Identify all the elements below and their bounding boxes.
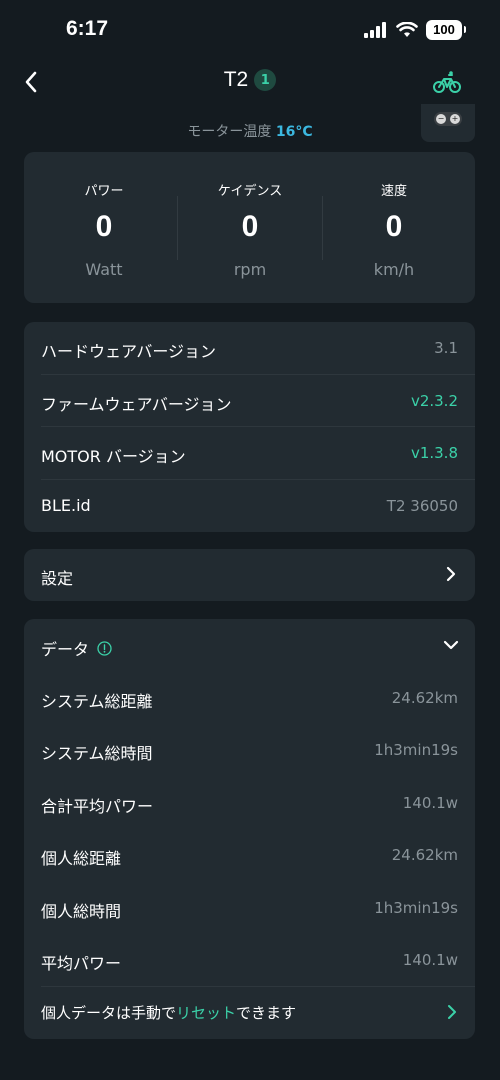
motor-temperature: モーター温度 16°C: [0, 121, 500, 141]
page-title: T2: [223, 68, 249, 91]
metrics-card: パワー 0 Watt ケイデンス 0 rpm 速度 0 km/h: [24, 152, 475, 303]
title-badge: 1: [254, 69, 277, 91]
reset-suffix: できます: [236, 1004, 297, 1022]
battery-icon: 100: [426, 20, 466, 40]
status-icons: 100: [364, 20, 466, 40]
wifi-icon: [396, 22, 418, 37]
hardware-version-label: ハードウェアバージョン: [41, 342, 217, 361]
metric-value: 0: [95, 210, 113, 243]
data-card: データ システム総距離 24.62km システム総時間 1h3min19s 合計…: [24, 619, 475, 1039]
reset-prefix: 個人データは手動で: [41, 1004, 177, 1022]
avg-power-value: 140.1w: [402, 951, 458, 969]
settings-label: 設定: [41, 569, 74, 588]
settings-button[interactable]: 設定: [24, 549, 475, 601]
list-item: MOTOR バージョン v1.3.8: [24, 427, 475, 480]
chevron-right-icon: [446, 566, 456, 582]
firmware-version-value: v2.3.2: [410, 391, 458, 410]
hardware-version-value: 3.1: [434, 339, 458, 357]
total-avg-power-value: 140.1w: [402, 793, 458, 812]
motor-temp-value: 16°C: [275, 124, 313, 140]
motor-version-label: MOTOR バージョン: [41, 447, 186, 466]
metric-unit: Watt: [85, 260, 123, 279]
signal-icon: [364, 22, 386, 38]
device-info-card: ハードウェアバージョン 3.1 ファームウェアバージョン v2.3.2 MOTO…: [24, 322, 475, 532]
metric-label: ケイデンス: [217, 184, 283, 199]
metric-unit: km/h: [373, 260, 415, 279]
info-icon[interactable]: [97, 640, 112, 656]
data-header: データ: [41, 636, 112, 660]
metric-value: 0: [385, 210, 403, 243]
motor-temp-label: モーター温度: [187, 124, 272, 140]
metric-cadence: ケイデンス 0 rpm: [175, 152, 325, 303]
reset-text: 個人データは手動でリセットできます: [41, 1002, 296, 1023]
ble-id-label: BLE.id: [41, 495, 91, 515]
metric-label: パワー: [84, 184, 124, 199]
table-row: 平均パワー 140.1w: [24, 934, 475, 987]
nav-bar: T2 1: [0, 60, 500, 104]
status-bar: 6:17 100: [0, 0, 500, 60]
data-title: データ: [41, 640, 90, 659]
bicycle-icon: [433, 71, 461, 93]
list-item: ハードウェアバージョン 3.1: [24, 322, 475, 375]
ble-id-value: T2 36050: [386, 496, 458, 515]
nav-title: T2 1: [0, 68, 500, 92]
system-time-value: 1h3min19s: [374, 741, 458, 759]
list-item: BLE.id T2 36050: [24, 480, 475, 533]
metric-label: 速度: [380, 184, 407, 199]
avg-power-label: 平均パワー: [41, 954, 122, 973]
metric-value: 0: [241, 210, 259, 243]
table-row: 個人総距離 24.62km: [24, 829, 475, 882]
system-distance-label: システム総距離: [41, 691, 153, 711]
reset-personal-data-link[interactable]: 個人データは手動でリセットできます: [24, 986, 475, 1038]
chevron-right-icon: [448, 1005, 456, 1019]
metric-power: パワー 0 Watt: [29, 152, 179, 303]
personal-distance-label: 個人総距離: [41, 849, 122, 868]
table-row: システム総距離 24.62km: [24, 672, 475, 725]
status-time: 6:17: [66, 17, 109, 40]
motor-version-value: v1.3.8: [410, 444, 458, 462]
list-item: ファームウェアバージョン v2.3.2: [24, 375, 475, 427]
metric-unit: rpm: [233, 260, 267, 279]
table-row: システム総時間 1h3min19s: [24, 724, 475, 777]
total-avg-power-label: 合計平均パワー: [41, 796, 154, 816]
personal-time-label: 個人総時間: [41, 901, 122, 921]
firmware-version-label: ファームウェアバージョン: [41, 394, 232, 414]
bike-button[interactable]: [432, 68, 462, 96]
metric-speed: 速度 0 km/h: [319, 152, 469, 303]
chevron-down-icon[interactable]: [442, 639, 460, 651]
reset-link[interactable]: リセット: [176, 1004, 236, 1022]
table-row: 個人総時間 1h3min19s: [24, 882, 475, 935]
personal-distance-value: 24.62km: [391, 846, 458, 864]
personal-time-value: 1h3min19s: [374, 898, 458, 917]
system-distance-value: 24.62km: [391, 688, 458, 707]
system-time-label: システム総時間: [41, 744, 153, 763]
table-row: 合計平均パワー 140.1w: [24, 777, 475, 830]
